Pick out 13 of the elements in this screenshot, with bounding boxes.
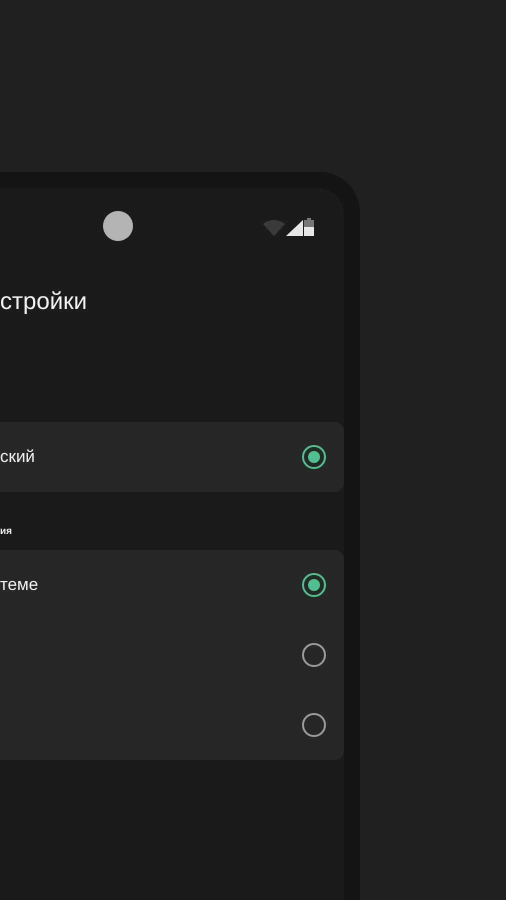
radio-button[interactable] xyxy=(302,713,326,737)
section-label: ия xyxy=(0,525,13,539)
screen-title: стройки xyxy=(0,287,88,317)
radio-button[interactable] xyxy=(302,643,326,667)
theme-option[interactable]: теме xyxy=(0,550,344,620)
option-label: ский xyxy=(0,447,35,467)
radio-button[interactable] xyxy=(302,573,326,597)
wifi-icon xyxy=(263,220,285,236)
radio-button[interactable] xyxy=(302,445,326,469)
option-label: теме xyxy=(0,575,38,595)
battery-icon xyxy=(304,218,314,236)
signal-icon xyxy=(286,220,303,236)
language-option[interactable]: ский xyxy=(0,422,344,492)
